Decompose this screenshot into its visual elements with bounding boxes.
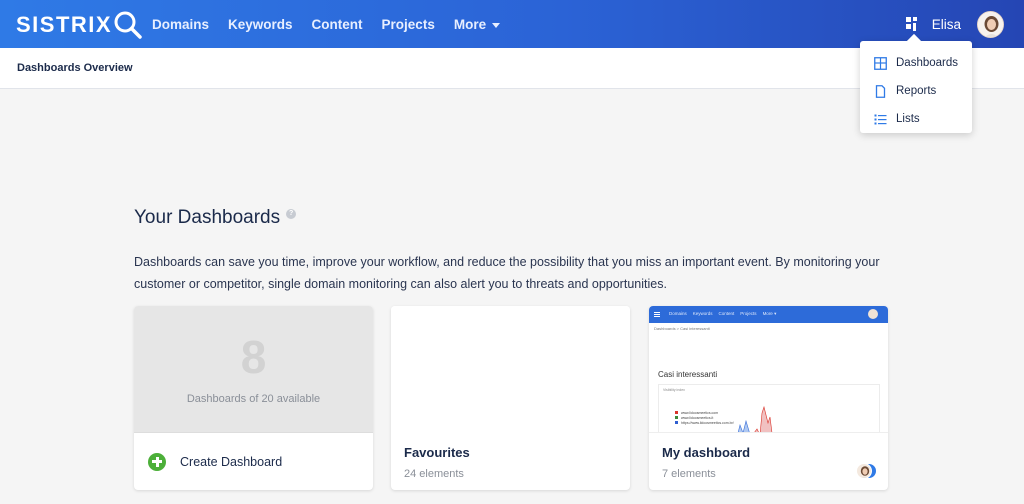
main-nav: Domains Keywords Content Projects More	[152, 0, 519, 48]
preview-nav-item: Domains	[669, 311, 687, 316]
nav-domains[interactable]: Domains	[152, 17, 209, 32]
section-description: Dashboards can save you time, improve yo…	[134, 255, 880, 291]
shared-users-avatars[interactable]	[856, 463, 877, 481]
preview-topbar: Domains Keywords Content Projects More ▾	[649, 306, 888, 323]
preview-nav-item: More ▾	[762, 311, 777, 316]
avatar	[856, 463, 872, 479]
preview-nav-item: Keywords	[692, 311, 713, 316]
nav-projects-label: Projects	[381, 16, 435, 32]
my-dashboard-card[interactable]: Domains Keywords Content Projects More ▾…	[649, 306, 888, 490]
chevron-down-icon	[492, 22, 501, 28]
nav-content[interactable]: Content	[312, 17, 363, 32]
dashboard-dropdown-menu: Dashboards Reports Lists	[860, 41, 972, 133]
favourites-count: 24 elements	[404, 468, 464, 480]
user-name[interactable]: Elisa	[932, 17, 961, 32]
my-dashboard-title: My dashboard	[662, 445, 751, 460]
dashboard-grid-icon[interactable]	[905, 17, 920, 31]
section-title: Your Dashboards ?	[134, 207, 297, 229]
create-dashboard-card: 8 Dashboards of 20 available Create Dash…	[134, 306, 373, 490]
preview-title: Casi interessanti	[658, 370, 718, 379]
dashboard-count: 8	[240, 331, 267, 383]
favourites-preview	[391, 306, 630, 433]
preview-sparkline-chart	[737, 405, 773, 432]
nav-projects[interactable]: Projects	[382, 17, 435, 32]
menu-item-dashboards[interactable]: Dashboards	[860, 49, 972, 77]
menu-item-reports[interactable]: Reports	[860, 77, 972, 105]
menu-item-lists[interactable]: Lists	[860, 105, 972, 133]
preview-breadcrumb: Dashboards > Casi interessanti	[654, 326, 710, 331]
nav-keywords-label: Keywords	[228, 16, 293, 32]
preview-chart-label: Visibility index	[663, 388, 685, 392]
nav-more-label: More	[453, 16, 487, 32]
preview-nav-item: Projects	[740, 311, 757, 316]
menu-item-lists-label: Lists	[896, 113, 920, 125]
dashboard-preview-thumbnail: Domains Keywords Content Projects More ▾…	[649, 306, 888, 433]
magnifier-icon	[114, 11, 142, 39]
favourites-title: Favourites	[404, 445, 470, 460]
nav-domains-label: Domains	[152, 16, 210, 32]
document-icon	[875, 84, 886, 98]
favourites-card[interactable]: Favourites 24 elements	[391, 306, 630, 490]
dashboard-quota-label: Dashboards of 20 available	[186, 393, 321, 405]
nav-keywords[interactable]: Keywords	[228, 17, 293, 32]
section-title-text: Your Dashboards	[134, 207, 281, 228]
dashboard-icon	[874, 56, 887, 70]
list-icon	[874, 114, 887, 124]
dashboard-quota: 8 Dashboards of 20 available	[134, 306, 373, 433]
preview-avatar	[868, 309, 878, 319]
nav-more[interactable]: More	[453, 16, 501, 32]
nav-content-label: Content	[311, 16, 363, 32]
my-dashboard-count: 7 elements	[662, 468, 716, 480]
sistrix-logo[interactable]: SISTRIX	[16, 10, 143, 40]
hamburger-icon	[654, 312, 660, 317]
help-icon[interactable]: ?	[286, 208, 297, 219]
logo-text: SISTRIX	[16, 12, 113, 37]
create-dashboard-label: Create Dashboard	[180, 454, 283, 469]
create-dashboard-button[interactable]: Create Dashboard	[134, 433, 373, 490]
avatar[interactable]	[977, 10, 1004, 38]
menu-item-dashboards-label: Dashboards	[896, 57, 959, 69]
preview-nav-item: Content	[718, 311, 735, 316]
page-title: Dashboards Overview	[17, 62, 133, 74]
preview-chart-box: Visibility index www.lidoosmeetics.com w…	[658, 384, 880, 432]
menu-item-reports-label: Reports	[896, 85, 937, 97]
plus-circle-icon	[148, 452, 166, 471]
preview-nav: Domains Keywords Content Projects More ▾	[669, 311, 782, 317]
